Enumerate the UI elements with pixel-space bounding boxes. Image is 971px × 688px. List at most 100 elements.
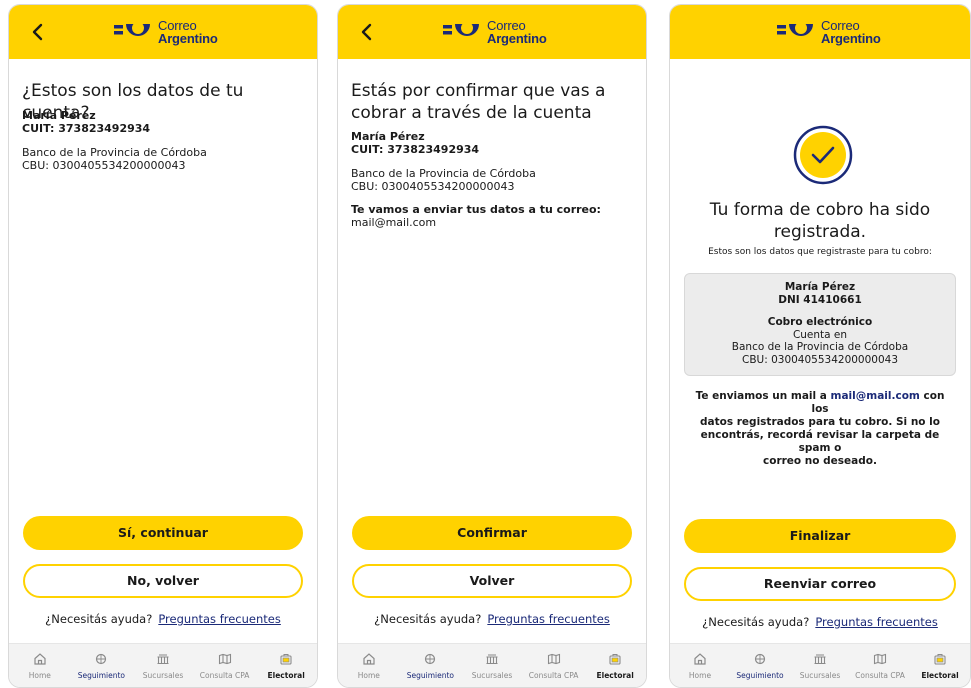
tab-tracking[interactable]: Seguimiento: [730, 644, 790, 687]
tab-label: Home: [357, 671, 380, 680]
holder-name: María Pérez: [351, 130, 425, 143]
logo-mark-icon: [443, 22, 479, 36]
tab-cpa[interactable]: Consulta CPA: [523, 644, 585, 687]
home-icon: [694, 653, 706, 665]
back-button[interactable]: Volver: [352, 564, 632, 598]
tracking-icon: [754, 653, 766, 665]
mail-address: mail@mail.com: [351, 216, 437, 229]
logo-mark-icon: [114, 22, 150, 36]
success-check-icon: [793, 125, 853, 185]
home-icon: [363, 653, 375, 665]
tab-label: Consulta CPA: [199, 671, 250, 680]
card-bank: Banco de la Provincia de Córdoba: [731, 341, 909, 353]
screen-registration-success: Correo Argentino Tu forma de cobro ha sid…: [669, 4, 971, 688]
logo-text-argentino: Argentino: [821, 31, 881, 46]
tab-label: Sucursales: [142, 671, 184, 680]
mail-sent-note: Te enviamos un mail a mail@mail.com con …: [688, 390, 952, 468]
title-line: registrada.: [773, 222, 867, 242]
home-icon: [34, 653, 46, 665]
logo-text-argentino: Argentino: [158, 31, 218, 46]
title-line: Tu forma de cobro ha sido: [709, 200, 931, 220]
tab-label: Sucursales: [799, 671, 841, 680]
faq-link[interactable]: Preguntas frecuentes: [158, 612, 281, 626]
screen-account-details: Correo Argentino ¿Estos son los datos de …: [8, 4, 318, 688]
tab-home[interactable]: Home: [670, 644, 730, 687]
map-icon: [547, 653, 560, 665]
ballot-box-icon: [934, 654, 946, 665]
tab-label: Home: [688, 671, 712, 680]
tab-electoral[interactable]: Electoral: [910, 644, 970, 687]
tab-home[interactable]: Home: [9, 644, 71, 687]
continue-button[interactable]: Sí, continuar: [23, 516, 303, 550]
confirm-button[interactable]: Confirmar: [352, 516, 632, 550]
note-text: Te enviamos un mail a: [695, 390, 831, 402]
tab-tracking[interactable]: Seguimiento: [400, 644, 462, 687]
tab-label: Seguimiento: [406, 671, 455, 680]
tab-home[interactable]: Home: [338, 644, 400, 687]
tab-label: Electoral: [267, 671, 305, 680]
card-account: Cuenta en: [792, 328, 848, 341]
tab-branches[interactable]: Sucursales: [461, 644, 523, 687]
card-name: María Pérez: [784, 281, 856, 293]
faq-link[interactable]: Preguntas frecuentes: [815, 615, 938, 629]
tab-cpa[interactable]: Consulta CPA: [194, 644, 256, 687]
faq-link[interactable]: Preguntas frecuentes: [487, 612, 610, 626]
tab-label: Consulta CPA: [528, 671, 579, 680]
tab-electoral[interactable]: Electoral: [255, 644, 317, 687]
ballot-box-icon: [609, 654, 621, 665]
holder-name: María Pérez: [22, 109, 96, 122]
tab-label: Electoral: [596, 671, 634, 680]
page-title: Estás por confirmar que vas a cobrar a t…: [351, 80, 633, 124]
mail-label: Te vamos a enviar tus datos a tu correo:: [351, 203, 601, 216]
tab-label: Consulta CPA: [855, 671, 905, 680]
bank-cbu: CBU: 0300405534200000043: [22, 159, 186, 172]
tab-label: Seguimiento: [736, 671, 784, 680]
help-row: ¿Necesitás ayuda? Preguntas frecuentes: [338, 612, 646, 626]
tab-label: Seguimiento: [77, 671, 126, 680]
tab-label: Home: [28, 671, 51, 680]
note-text: correo no deseado.: [763, 455, 877, 467]
help-question: ¿Necesitás ayuda?: [374, 612, 482, 626]
branch-icon: [157, 654, 169, 665]
tab-label: Sucursales: [471, 671, 513, 680]
holder-cuit: CUIT: 373823492934: [351, 143, 480, 156]
back-arrow-icon[interactable]: [356, 21, 378, 43]
bank-name: Banco de la Provincia de Córdoba: [22, 146, 207, 159]
card-cbu: CBU: 0300405534200000043: [741, 353, 899, 366]
note-text: encontrás, recordá revisar la carpeta de…: [700, 429, 940, 454]
app-header: Correo Argentino: [9, 5, 317, 59]
tab-cpa[interactable]: Consulta CPA: [850, 644, 910, 687]
registered-data-card: María Pérez DNI 41410661 Cobro electróni…: [684, 273, 956, 376]
tab-label: Electoral: [921, 671, 959, 680]
note-text: datos registrados para tu cobro. Si no l…: [700, 416, 940, 428]
tab-electoral[interactable]: Electoral: [584, 644, 646, 687]
title-line: cobrar a través de la cuenta: [351, 103, 592, 123]
go-back-button[interactable]: No, volver: [23, 564, 303, 598]
branch-icon: [486, 654, 498, 665]
logo-mark-icon: [777, 22, 813, 36]
bank-name: Banco de la Provincia de Córdoba: [351, 167, 536, 180]
tracking-icon: [425, 653, 436, 665]
app-header: Correo Argentino: [670, 5, 970, 59]
resend-mail-button[interactable]: Reenviar correo: [684, 567, 956, 601]
card-method: Cobro electrónico: [767, 316, 873, 328]
ballot-box-icon: [280, 654, 292, 665]
tab-tracking[interactable]: Seguimiento: [71, 644, 133, 687]
finish-button[interactable]: Finalizar: [684, 519, 956, 553]
note-mail-address: mail@mail.com: [830, 390, 920, 402]
bottom-tab-bar: Home Seguimiento Sucursales Consulta CPA…: [670, 643, 970, 687]
card-dni: DNI 41410661: [778, 293, 862, 306]
branch-icon: [814, 654, 826, 665]
back-arrow-icon[interactable]: [27, 21, 49, 43]
title-line: Estás por confirmar que vas a: [351, 81, 606, 101]
tab-branches[interactable]: Sucursales: [790, 644, 850, 687]
bottom-tab-bar: Home Seguimiento Sucursales Consulta CPA…: [9, 643, 317, 687]
help-question: ¿Necesitás ayuda?: [702, 615, 810, 629]
map-icon: [873, 653, 887, 665]
tab-branches[interactable]: Sucursales: [132, 644, 194, 687]
screen-confirm-account: Correo Argentino Estás por confirmar que …: [337, 4, 647, 688]
help-row: ¿Necesitás ayuda? Preguntas frecuentes: [9, 612, 317, 626]
bank-cbu: CBU: 0300405534200000043: [351, 180, 515, 193]
logo-text-argentino: Argentino: [487, 31, 547, 46]
map-icon: [218, 653, 231, 665]
